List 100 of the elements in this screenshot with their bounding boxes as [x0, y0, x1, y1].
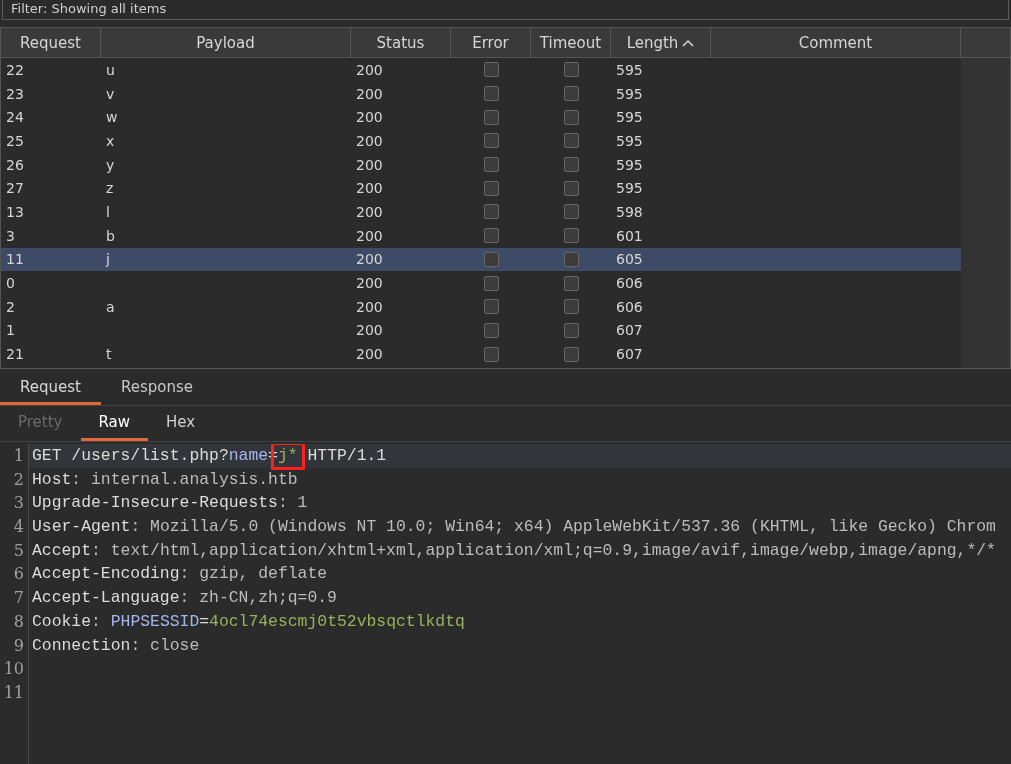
column-header[interactable]: Length — [611, 28, 711, 57]
table-row[interactable]: 0 200 606 — [1, 271, 961, 295]
table-cell-text: 595 — [615, 155, 643, 175]
checkbox[interactable] — [563, 346, 579, 362]
table-cell-text: 24 — [5, 108, 24, 128]
table-row[interactable]: 21 t 200 607 — [1, 342, 961, 366]
table-cell-text: 25 — [5, 131, 24, 151]
filter-bar[interactable]: Filter: Showing all items — [2, 0, 1009, 20]
table-cell-text: 200 — [355, 345, 383, 365]
checkbox[interactable] — [483, 133, 499, 149]
header-value: : gzip, deflate — [179, 564, 328, 584]
checkbox[interactable] — [563, 157, 579, 173]
column-header[interactable]: Timeout — [531, 28, 611, 57]
checkbox[interactable] — [563, 204, 579, 220]
header-name: Accept-Encoding — [32, 564, 180, 584]
table-cell-text: 27 — [5, 179, 24, 199]
table-row[interactable]: 3 b 200 601 — [1, 223, 961, 248]
checkbox[interactable] — [483, 62, 499, 78]
header-value: : close — [130, 635, 200, 655]
code-text: GET /users/list.php? — [32, 446, 229, 465]
table-cell-text: 2 — [5, 297, 15, 317]
column-header[interactable]: Status — [351, 28, 451, 57]
table-cell-text: 200 — [355, 297, 383, 317]
column-header[interactable]: Error — [451, 28, 531, 57]
checkbox[interactable] — [563, 251, 579, 267]
table-cell-text: 595 — [615, 179, 643, 199]
checkbox[interactable] — [563, 62, 579, 78]
line-number: 6 — [12, 563, 25, 586]
table-cell-text: 607 — [615, 321, 643, 341]
checkbox[interactable] — [563, 133, 579, 149]
checkbox[interactable] — [563, 86, 579, 102]
checkbox[interactable] — [483, 275, 499, 291]
table-cell-text: 11 — [5, 250, 24, 270]
table-cell-text: w — [105, 108, 118, 128]
table-row[interactable]: 11 j 200 605 — [1, 247, 961, 272]
table-row[interactable]: 2 a 200 606 — [1, 294, 961, 319]
checkbox[interactable] — [483, 346, 499, 362]
checkbox[interactable] — [483, 86, 499, 102]
checkbox[interactable] — [563, 275, 579, 291]
table-row[interactable]: 25 x 200 595 — [1, 129, 961, 153]
table-cell-text: 26 — [5, 155, 24, 175]
table-row[interactable]: 24 w 200 595 — [1, 105, 961, 130]
checkbox[interactable] — [483, 322, 499, 338]
table-cell-text: 595 — [615, 108, 643, 128]
param-value: j* — [277, 445, 298, 465]
checkbox[interactable] — [563, 180, 579, 196]
tab[interactable]: Raw — [80, 406, 149, 441]
table-cell-text: z — [105, 179, 114, 199]
table-cell-text: 200 — [355, 131, 383, 151]
table-cell-text: 21 — [5, 345, 24, 365]
table-cell-text: 598 — [615, 202, 643, 222]
table-cell-text: 200 — [355, 179, 383, 199]
column-header[interactable]: Request — [1, 28, 101, 57]
line-number: 2 — [12, 468, 25, 491]
table-cell-text: 200 — [355, 60, 383, 80]
checkbox[interactable] — [483, 251, 499, 267]
table-row[interactable]: 22 u 200 595 — [1, 58, 961, 82]
checkbox[interactable] — [483, 228, 499, 244]
column-header[interactable]: Payload — [101, 28, 351, 57]
table-row[interactable]: 26 y 200 595 — [1, 152, 961, 177]
param-name: name — [228, 446, 269, 465]
checkbox[interactable] — [483, 180, 499, 196]
param-name: PHPSESSID — [110, 611, 200, 631]
param-value: 4ocl74escmj0t52vbsqctlkdtq — [209, 611, 465, 631]
checkbox[interactable] — [483, 299, 499, 315]
table-cell-text: 607 — [615, 345, 643, 365]
code-text: HTTP/1.1 — [306, 446, 387, 465]
checkbox[interactable] — [563, 299, 579, 315]
checkbox[interactable] — [563, 109, 579, 125]
checkbox[interactable] — [483, 204, 499, 220]
table-cell-text: 595 — [615, 60, 643, 80]
table-row[interactable]: 27 z 200 595 — [1, 176, 961, 201]
table-cell-text: 606 — [615, 274, 643, 294]
line-number: 3 — [12, 492, 25, 515]
checkbox[interactable] — [483, 109, 499, 125]
sort-ascending-icon — [682, 38, 695, 47]
tab[interactable]: Hex — [148, 406, 214, 441]
table-cell-text: t — [105, 345, 112, 365]
header-name: Cookie — [32, 611, 92, 631]
line-number: 5 — [12, 539, 25, 562]
checkbox[interactable] — [563, 322, 579, 338]
header-value: : — [91, 611, 102, 631]
line-number: 1 — [12, 445, 25, 467]
header-name: Host — [32, 469, 72, 489]
header-name: Upgrade-Insecure-Requests — [32, 493, 278, 513]
table-row[interactable]: 23 v 200 595 — [1, 81, 961, 106]
tab[interactable]: Request — [0, 372, 101, 405]
table-row[interactable]: 1 200 607 — [1, 318, 961, 343]
table-cell-text: 601 — [615, 226, 643, 246]
checkbox[interactable] — [483, 157, 499, 173]
header-value: : 1 — [277, 493, 308, 513]
table-row[interactable]: 13 l 200 598 — [1, 200, 961, 224]
tab[interactable]: Response — [100, 372, 213, 405]
table-cell-text: 1 — [5, 321, 15, 341]
line-number: 10 — [2, 658, 25, 681]
table-cell-text: 200 — [355, 250, 383, 270]
table-cell-text: a — [105, 297, 115, 317]
checkbox[interactable] — [563, 228, 579, 244]
header-value: : Mozilla/5.0 (Windows NT 10.0; Win64; x64) AppleWebKit/537.36 (KHTML, like Gecko) Chrom — [130, 517, 996, 537]
line-number: 7 — [12, 587, 25, 610]
